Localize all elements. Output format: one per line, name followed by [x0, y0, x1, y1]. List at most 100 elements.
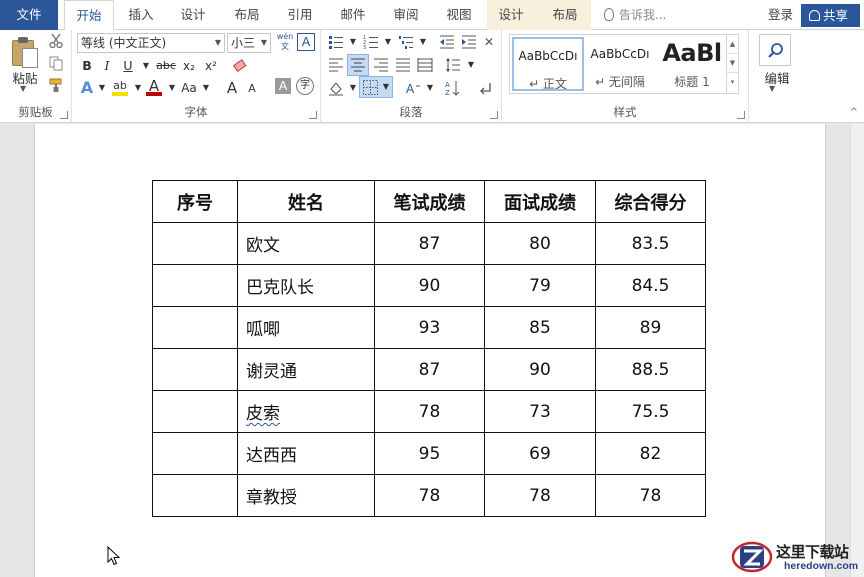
asian-layout-dropdown-icon[interactable]: ▼	[420, 78, 440, 98]
bullets-dropdown-icon[interactable]: ▼	[343, 32, 363, 52]
vertical-scrollbar[interactable]	[850, 124, 864, 577]
style-heading-1[interactable]: AaBl 标题 1	[656, 37, 728, 91]
editing-dropdown-icon[interactable]: ▼	[769, 84, 775, 93]
tab-home[interactable]: 开始	[64, 0, 114, 31]
total-score-cell[interactable]: 83.5	[595, 222, 706, 265]
shading-icon[interactable]	[328, 80, 344, 96]
font-name-combo[interactable]: 等线 (中文正文) ▼	[77, 33, 225, 53]
decrease-indent-icon[interactable]	[439, 34, 455, 50]
font-launcher-icon[interactable]	[309, 111, 317, 119]
name-cell[interactable]: 巴克队长	[237, 264, 375, 307]
format-painter-icon[interactable]	[48, 77, 64, 93]
written-score-cell[interactable]: 78	[374, 474, 485, 517]
tab-view[interactable]: 视图	[436, 0, 482, 30]
gallery-scroll[interactable]: ▲ ▼ ▾	[726, 35, 738, 93]
align-center-button[interactable]	[347, 54, 369, 76]
serial-cell[interactable]	[152, 306, 238, 349]
underline-button[interactable]: U	[118, 56, 138, 76]
header-cell[interactable]: 综合得分	[595, 180, 706, 223]
score-table[interactable]: 序号 姓名 笔试成绩 面试成绩 综合得分 欧文 87 80 83.5 巴克队长 …	[152, 180, 706, 517]
align-left-icon[interactable]	[328, 57, 344, 73]
styles-launcher-icon[interactable]	[737, 111, 745, 119]
chevron-up-icon[interactable]: ▲	[727, 35, 738, 54]
asian-layout-icon[interactable]: A	[405, 80, 421, 96]
sort-icon[interactable]: AZ	[445, 80, 461, 96]
written-score-cell[interactable]: 93	[374, 306, 485, 349]
justify-icon[interactable]	[395, 57, 411, 73]
serial-cell[interactable]	[152, 432, 238, 475]
serial-cell[interactable]	[152, 348, 238, 391]
bold-button[interactable]: B	[77, 56, 97, 76]
tab-insert[interactable]: 插入	[118, 0, 164, 30]
written-score-cell[interactable]: 90	[374, 264, 485, 307]
style-no-spacing[interactable]: AaBbCcDı ↵ 无间隔	[584, 37, 656, 91]
character-shading-button[interactable]: A	[275, 78, 291, 94]
clipboard-launcher-icon[interactable]	[60, 111, 68, 119]
font-size-combo[interactable]: 小三 ▼	[227, 33, 271, 53]
written-score-cell[interactable]: 87	[374, 222, 485, 265]
total-score-cell[interactable]: 89	[595, 306, 706, 349]
interview-score-cell[interactable]: 73	[484, 390, 596, 433]
numbering-dropdown-icon[interactable]: ▼	[378, 32, 398, 52]
clear-formatting-icon[interactable]	[232, 58, 248, 74]
name-cell[interactable]: 皮索	[237, 390, 375, 433]
editing-button-label[interactable]: 编辑	[757, 68, 797, 87]
grow-font-button[interactable]: A	[222, 78, 242, 98]
phonetic-guide-button[interactable]: wén 文	[275, 32, 295, 52]
find-icon[interactable]	[759, 34, 791, 66]
interview-score-cell[interactable]: 69	[484, 432, 596, 475]
header-cell[interactable]: 笔试成绩	[374, 180, 485, 223]
underline-dropdown-icon[interactable]: ▼	[136, 56, 156, 76]
cut-icon[interactable]	[48, 33, 64, 49]
total-score-cell[interactable]: 84.5	[595, 264, 706, 307]
text-effects-dropdown-icon[interactable]: ▼	[92, 78, 112, 98]
total-score-cell[interactable]: 82	[595, 432, 706, 475]
chevron-down-icon[interactable]: ▼	[727, 54, 738, 73]
total-score-cell[interactable]: 88.5	[595, 348, 706, 391]
serial-cell[interactable]	[152, 222, 238, 265]
strikethrough-button[interactable]: abc	[154, 56, 178, 76]
line-spacing-icon[interactable]	[445, 57, 461, 73]
written-score-cell[interactable]: 78	[374, 390, 485, 433]
distributed-icon[interactable]	[417, 57, 433, 73]
subscript-button[interactable]: x₂	[179, 56, 199, 76]
numbering-icon[interactable]: 123	[363, 34, 379, 50]
paste-icon[interactable]	[10, 36, 38, 68]
written-score-cell[interactable]: 95	[374, 432, 485, 475]
interview-score-cell[interactable]: 80	[484, 222, 596, 265]
name-cell[interactable]: 章教授	[237, 474, 375, 517]
align-right-icon[interactable]	[373, 57, 389, 73]
style-normal[interactable]: AaBbCcDı ↵ 正文	[512, 37, 584, 91]
multilevel-list-icon[interactable]	[398, 34, 414, 50]
tab-table-design[interactable]: 设计	[488, 0, 534, 30]
header-cell[interactable]: 序号	[152, 180, 238, 223]
copy-icon[interactable]	[48, 55, 64, 71]
chinese-layout-icon[interactable]: ✕	[479, 32, 499, 52]
serial-cell[interactable]	[152, 474, 238, 517]
paragraph-launcher-icon[interactable]	[490, 111, 498, 119]
serial-cell[interactable]	[152, 264, 238, 307]
tab-layout[interactable]: 布局	[224, 0, 270, 30]
name-cell[interactable]: 呱唧	[237, 306, 375, 349]
total-score-cell[interactable]: 78	[595, 474, 706, 517]
tab-design[interactable]: 设计	[170, 0, 216, 30]
interview-score-cell[interactable]: 90	[484, 348, 596, 391]
total-score-cell[interactable]: 75.5	[595, 390, 706, 433]
paste-dropdown-icon[interactable]: ▼	[20, 84, 26, 93]
header-cell[interactable]: 姓名	[237, 180, 375, 223]
highlight-button[interactable]: ab	[110, 76, 130, 96]
change-case-dropdown-icon[interactable]: ▼	[196, 78, 216, 98]
italic-button[interactable]: I	[97, 56, 117, 76]
login-link[interactable]: 登录	[768, 0, 793, 30]
superscript-button[interactable]: x²	[201, 56, 221, 76]
bullets-icon[interactable]	[328, 34, 344, 50]
name-cell[interactable]: 达西西	[237, 432, 375, 475]
written-score-cell[interactable]: 87	[374, 348, 485, 391]
enclose-characters-button[interactable]: 字	[296, 77, 314, 95]
tab-references[interactable]: 引用	[277, 0, 323, 30]
tab-table-layout[interactable]: 布局	[542, 0, 588, 30]
borders-button[interactable]: ▼	[359, 76, 393, 98]
name-cell[interactable]: 谢灵通	[237, 348, 375, 391]
serial-cell[interactable]	[152, 390, 238, 433]
tab-file[interactable]: 文件	[0, 0, 58, 30]
